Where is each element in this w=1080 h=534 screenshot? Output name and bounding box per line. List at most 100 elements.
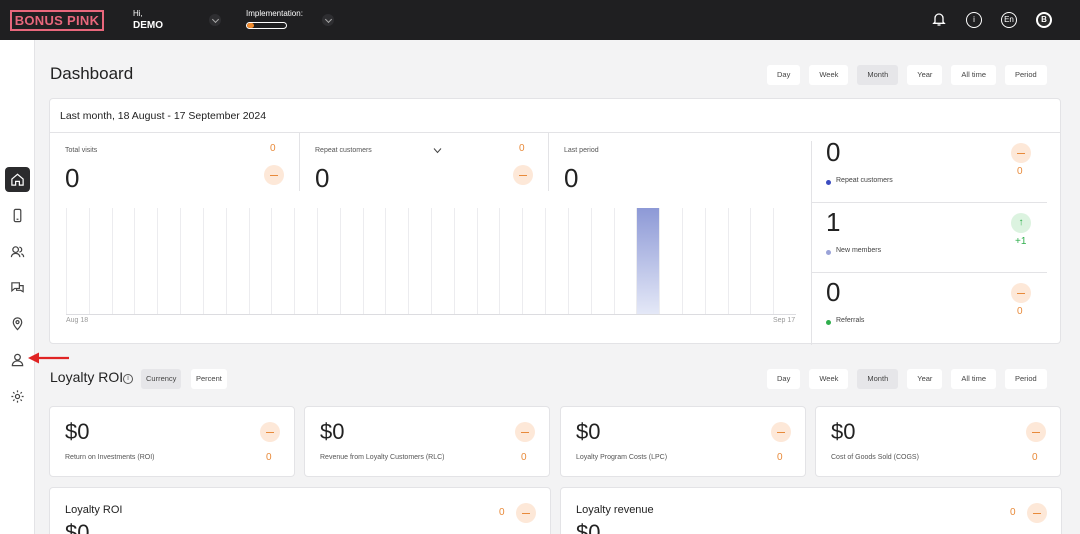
implementation-progress-fill xyxy=(247,23,255,28)
filter-month[interactable]: Month xyxy=(857,65,899,85)
roi-label: Revenue from Loyalty Customers (RLC) xyxy=(320,454,445,461)
toggle-currency[interactable]: Currency xyxy=(141,369,182,389)
filter-period[interactable]: Period xyxy=(1005,65,1047,85)
user-icon xyxy=(11,353,24,367)
sidebar-item-location[interactable] xyxy=(5,311,30,336)
sidebar-item-chat[interactable] xyxy=(5,275,30,300)
metric-referrals[interactable]: 0 Referrals 0 xyxy=(811,273,1047,343)
legend-dot xyxy=(826,320,831,325)
mobile-icon xyxy=(13,208,22,223)
roi-card[interactable]: $0 Revenue from Loyalty Customers (RLC) … xyxy=(304,406,550,477)
metric-new-members[interactable]: 1 New members ↑ +1 xyxy=(811,203,1047,273)
metric-label: New members xyxy=(836,247,882,254)
roi-label: Loyalty Program Costs (LPC) xyxy=(576,454,668,461)
chart-bar-highlight xyxy=(637,208,659,314)
loyalty-revenue-card[interactable]: Loyalty revenue $0 0 xyxy=(560,487,1062,534)
metric-change: +1 xyxy=(1015,236,1027,247)
legend-dot xyxy=(826,250,831,255)
metric-label: Referrals xyxy=(836,317,865,324)
trend-flat-icon xyxy=(771,422,791,442)
filter-all-time[interactable]: All time xyxy=(951,65,996,85)
section-title-loyalty-roi: Loyalty ROI xyxy=(50,369,124,385)
kpi-last-period[interactable]: Last period 0 xyxy=(549,133,811,193)
roi-card[interactable]: $0 Loyalty Program Costs (LPC) 0 xyxy=(560,406,806,477)
big-card-change: 0 xyxy=(1010,507,1016,518)
filter-week[interactable]: Week xyxy=(809,369,849,389)
bell-icon[interactable] xyxy=(931,11,947,27)
roi-card[interactable]: $0 Cost of Goods Sold (COGS) 0 xyxy=(815,406,1061,477)
trend-flat-icon xyxy=(1027,503,1047,523)
roi-change: 0 xyxy=(266,452,272,463)
roi-change: 0 xyxy=(777,452,783,463)
toggle-percent[interactable]: Percent xyxy=(191,369,227,389)
filter-week[interactable]: Week xyxy=(809,65,849,85)
big-card-change: 0 xyxy=(499,507,505,518)
implementation-chevron-icon[interactable] xyxy=(322,14,334,26)
roi-change: 0 xyxy=(521,452,527,463)
filter-day[interactable]: Day xyxy=(767,369,801,389)
brand-logo[interactable]: BONUS PINK xyxy=(10,10,104,31)
top-bar: BONUS PINK Hi, DEMO Implementation: i En… xyxy=(0,0,1080,40)
period-filter-group: Day Week Month Year All time Period xyxy=(767,369,1047,389)
annotation-arrow-icon xyxy=(28,352,69,364)
metric-label: Repeat customers xyxy=(836,177,893,184)
sidebar-item-settings[interactable] xyxy=(5,384,30,409)
kpi-change: 0 xyxy=(270,143,276,154)
trend-flat-icon xyxy=(513,165,533,185)
avatar[interactable]: B xyxy=(1036,12,1052,28)
info-icon[interactable]: i xyxy=(966,12,982,28)
page-title: Dashboard xyxy=(50,64,134,83)
metric-value: 0 xyxy=(826,277,841,307)
trend-flat-icon xyxy=(1011,143,1031,163)
roi-label: Cost of Goods Sold (COGS) xyxy=(831,454,919,461)
loyalty-roi-card[interactable]: Loyalty ROI $0 0 xyxy=(49,487,551,534)
trend-flat-icon xyxy=(260,422,280,442)
metric-change: 0 xyxy=(1017,306,1023,317)
language-switcher[interactable]: En xyxy=(1001,12,1017,28)
sidebar-item-home[interactable] xyxy=(5,167,30,192)
chart-x-end-label: Sep 17 xyxy=(773,317,796,324)
roi-change: 0 xyxy=(1032,452,1038,463)
trend-flat-icon xyxy=(516,503,536,523)
kpi-repeat-customers[interactable]: Repeat customers 0 0 xyxy=(300,133,549,193)
roi-card[interactable]: $0 Return on Investments (ROI) 0 xyxy=(49,406,295,477)
filter-period[interactable]: Period xyxy=(1005,369,1047,389)
filter-all-time[interactable]: All time xyxy=(951,369,996,389)
avatar-letter: B xyxy=(1038,14,1050,26)
filter-year[interactable]: Year xyxy=(907,65,943,85)
trend-flat-icon xyxy=(1011,283,1031,303)
roi-value: $0 xyxy=(831,419,856,444)
metric-repeat-customers[interactable]: 0 Repeat customers 0 xyxy=(811,133,1047,203)
big-card-title: Loyalty revenue xyxy=(576,504,654,516)
metric-value: 0 xyxy=(826,137,841,167)
chat-icon xyxy=(11,282,24,293)
trend-flat-icon xyxy=(264,165,284,185)
filter-day[interactable]: Day xyxy=(767,65,801,85)
period-label: Last month, 18 August - 17 September 202… xyxy=(50,99,1060,133)
user-name: DEMO xyxy=(133,20,163,31)
home-icon xyxy=(11,173,24,186)
info-icon[interactable]: i xyxy=(123,374,133,384)
kpi-value: 0 xyxy=(315,163,330,193)
kpi-total-visits[interactable]: Total visits 0 0 xyxy=(50,133,300,193)
chart-x-start-label: Aug 18 xyxy=(66,317,89,324)
metric-value: 1 xyxy=(826,207,841,237)
period-filter-group: Day Week Month Year All time Period xyxy=(767,65,1047,85)
user-menu-chevron-icon[interactable] xyxy=(209,14,221,26)
filter-year[interactable]: Year xyxy=(907,369,943,389)
big-card-value: $0 xyxy=(65,520,90,534)
kpi-label: Repeat customers xyxy=(315,147,372,154)
kpi-change: 0 xyxy=(519,143,525,154)
chevron-down-icon[interactable] xyxy=(433,147,442,154)
location-icon xyxy=(12,317,23,331)
sidebar-item-user[interactable] xyxy=(5,347,30,372)
trend-up-icon: ↑ xyxy=(1011,213,1031,233)
sidebar-item-users[interactable] xyxy=(5,239,30,264)
roi-value: $0 xyxy=(65,419,90,444)
big-card-value: $0 xyxy=(576,520,601,534)
metric-change: 0 xyxy=(1017,166,1023,177)
sidebar-item-mobile[interactable] xyxy=(5,203,30,228)
filter-month[interactable]: Month xyxy=(857,369,899,389)
visits-chart xyxy=(66,208,796,315)
sidebar xyxy=(0,40,35,534)
